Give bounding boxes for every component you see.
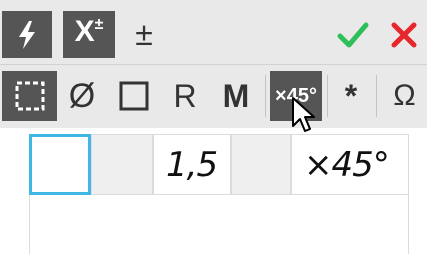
superscript-label: X — [74, 15, 95, 48]
cell-value: 1,5 — [166, 145, 218, 185]
diameter-button[interactable]: Ø — [60, 71, 104, 121]
separator — [376, 75, 377, 117]
editor-left-border — [29, 195, 30, 254]
editor-right-border — [408, 195, 409, 254]
square-icon — [119, 81, 149, 111]
metric-button[interactable]: M — [214, 71, 258, 121]
dashed-square-icon — [15, 81, 44, 111]
metric-label: M — [222, 77, 250, 114]
checkmark-icon — [337, 22, 369, 47]
star-button[interactable]: * — [333, 71, 369, 121]
ok-button[interactable] — [330, 11, 376, 58]
cell-value: ×45° — [304, 145, 390, 185]
close-icon — [391, 22, 417, 47]
lightning-icon — [19, 20, 35, 49]
plus-minus-label: ± — [135, 16, 153, 52]
radius-label: R — [173, 77, 197, 114]
frame-button[interactable] — [2, 71, 57, 121]
star-label: * — [344, 77, 358, 114]
superscript-button[interactable]: X± — [63, 11, 115, 58]
editor-cell[interactable]: ×45° — [291, 134, 409, 195]
radius-button[interactable]: R — [164, 71, 206, 121]
plus-minus-button[interactable]: ± — [122, 11, 166, 58]
special-symbol-button[interactable] — [2, 11, 52, 58]
editor-cell-active[interactable] — [29, 134, 91, 195]
editor-cell[interactable]: 1,5 — [153, 134, 231, 195]
superscript-sup: ± — [94, 16, 104, 33]
separator — [265, 75, 266, 117]
diameter-label: Ø — [68, 76, 96, 115]
separator — [327, 75, 328, 117]
omega-label: Ω — [393, 79, 416, 112]
omega-button[interactable]: Ω — [382, 71, 427, 121]
editor-cell[interactable] — [231, 134, 291, 195]
top-toolbar: X± ± — [0, 0, 427, 64]
bottom-toolbar: Ø R M ×45° * Ω — [0, 64, 427, 128]
text-editor-area[interactable]: 1,5 ×45° — [29, 134, 409, 254]
superscript-icon: X± — [74, 15, 104, 52]
editor-cell[interactable] — [91, 134, 153, 195]
cancel-button[interactable] — [381, 11, 427, 58]
square-button[interactable] — [112, 71, 156, 121]
mouse-cursor-icon — [292, 97, 315, 132]
